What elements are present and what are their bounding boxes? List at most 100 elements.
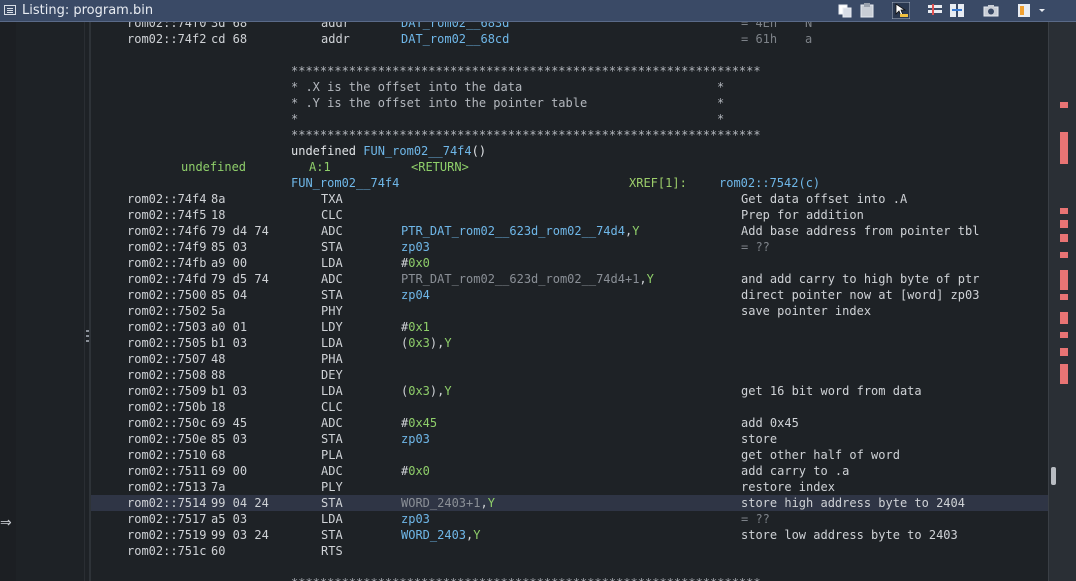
listing-row[interactable]: rom02::750b 18 CLC <box>91 399 1048 415</box>
listing-row[interactable]: rom02::7508 88 DEY <box>91 367 1048 383</box>
operand-field[interactable]: zp03 <box>401 431 430 447</box>
listing-row[interactable]: rom02::751c 60 RTS <box>91 543 1048 559</box>
overview-marker[interactable] <box>1060 294 1068 300</box>
operand-field[interactable]: WORD_2403+1,Y <box>401 495 495 511</box>
comment-block-border[interactable]: ****************************************… <box>91 63 1048 79</box>
listing-row[interactable]: rom02::74fd 79 d5 74 ADC PTR_DAT_rom02__623… <box>91 271 1048 287</box>
blank-row[interactable] <box>91 47 1048 63</box>
eol-comment: Prep for addition <box>741 208 864 222</box>
paste-icon[interactable] <box>858 2 876 19</box>
function-signature-text[interactable]: undefined FUN_rom02__74f4() <box>291 143 486 159</box>
listing-row[interactable]: rom02::7511 69 00 ADC #0x0 add carry to .a <box>91 463 1048 479</box>
scrollbar-thumb[interactable] <box>1051 467 1056 485</box>
eol-comment: Get data offset into .A <box>741 192 908 206</box>
listing-row[interactable]: rom02::750e 85 03 STA zp03 store <box>91 431 1048 447</box>
listing-row[interactable]: rom02::7500 85 04 STA zp04 direct pointer no… <box>91 287 1048 303</box>
comment-block-line[interactable]: * .Y is the offset into the pointer tabl… <box>91 95 1048 111</box>
listing-row[interactable]: rom02::7513 7a PLY restore index <box>91 479 1048 495</box>
listing-row[interactable]: rom02::7507 48 PHA <box>91 351 1048 367</box>
edit-fields-icon[interactable] <box>926 2 944 19</box>
eol-comment: get other half of word <box>741 448 900 462</box>
listing-view[interactable]: rom02::74f0 3d 68 addr DAT_rom02__683d = 4Eh… <box>91 22 1048 581</box>
operand-field[interactable]: zp03 <box>401 239 430 255</box>
operand-field[interactable]: (0x3),Y <box>401 383 452 399</box>
operand-field[interactable]: PTR_DAT_rom02__623d_rom02__74d4+1,Y <box>401 271 654 287</box>
operand-field[interactable]: (0x3),Y <box>401 335 452 351</box>
sig-params: () <box>471 144 487 158</box>
bytes-field: 79 d4 74 <box>211 224 269 238</box>
plate-comment-text: * <box>291 112 299 126</box>
comment-block-border[interactable]: ****************************************… <box>91 127 1048 143</box>
operand-field[interactable]: WORD_2403,Y <box>401 527 481 543</box>
overview-bar[interactable] <box>1048 22 1076 581</box>
display-options-icon[interactable] <box>1016 2 1034 19</box>
overview-marker[interactable] <box>1060 312 1068 324</box>
address-field: rom02::750c <box>127 416 207 430</box>
cursor-highlight-icon[interactable] <box>892 2 910 19</box>
operand-field[interactable]: zp03 <box>401 511 430 527</box>
snapshot-icon[interactable] <box>982 2 1000 19</box>
listing-row[interactable]: rom02::74f4 8a TXA Get data offset into .A <box>91 191 1048 207</box>
blank-row[interactable] <box>91 559 1048 575</box>
operand-field[interactable]: #0x0 <box>401 463 430 479</box>
diff-icon[interactable] <box>948 2 966 19</box>
listing-row[interactable]: rom02::74f0 3d 68 addr DAT_rom02__683d = 4Eh… <box>91 22 1048 31</box>
function-return-row[interactable]: undefined A:1 <RETURN> <box>91 159 1048 175</box>
operand-field[interactable]: #0x0 <box>401 255 430 271</box>
address-field: rom02::7507 <box>127 352 207 366</box>
address-field: rom02::7509 <box>127 384 207 398</box>
overview-marker[interactable] <box>1060 332 1068 338</box>
comment-block-line[interactable]: * .X is the offset into the data * <box>91 79 1048 95</box>
resize-arrow-icon[interactable]: ⇒ <box>0 515 12 531</box>
overview-marker[interactable] <box>1060 102 1068 108</box>
function-label-row[interactable]: FUN_rom02__74f4 XREF[1]: rom02::7542(c) <box>91 175 1048 191</box>
listing-row[interactable]: rom02::7502 5a PHY save pointer index <box>91 303 1048 319</box>
value-hint: = 4Eh <box>741 22 778 30</box>
overview-marker[interactable] <box>1060 234 1068 242</box>
plate-comment-end: * <box>717 112 725 126</box>
comment-block-border[interactable]: ****************************************… <box>91 575 1048 581</box>
listing-row[interactable]: rom02::7510 68 PLA get other half of word <box>91 447 1048 463</box>
overview-marker[interactable] <box>1060 252 1068 258</box>
operand-field[interactable]: #0x45 <box>401 415 437 431</box>
value-hint-char: N <box>805 22 813 30</box>
overview-marker[interactable] <box>1060 208 1068 214</box>
mnemonic-field: ADC <box>321 272 343 286</box>
copy-icon[interactable] <box>836 2 854 19</box>
overview-marker[interactable] <box>1060 364 1068 384</box>
listing-row[interactable]: rom02::7503 a0 01 LDY #0x1 <box>91 319 1048 335</box>
operand-field[interactable]: PTR_DAT_rom02__623d_rom02__74d4,Y <box>401 223 639 239</box>
menu-dropdown-icon[interactable] <box>1036 2 1048 19</box>
comment-border: ****************************************… <box>291 128 761 142</box>
bytes-field: 85 03 <box>211 240 248 254</box>
listing-row[interactable]: rom02::74fb a9 00 LDA #0x0 <box>91 255 1048 271</box>
eol-comment: store <box>741 432 778 446</box>
listing-row[interactable]: rom02::74f5 18 CLC Prep for addition <box>91 207 1048 223</box>
listing-row[interactable]: rom02::7514 99 04 24 STA WORD_2403+1,Y store… <box>91 495 1048 511</box>
function-signature[interactable]: undefined FUN_rom02__74f4() <box>91 143 1048 159</box>
listing-row[interactable]: rom02::74f9 85 03 STA zp03 = ?? <box>91 239 1048 255</box>
listing-row[interactable]: rom02::74f6 79 d4 74 ADC PTR_DAT_rom02__623… <box>91 223 1048 239</box>
bytes-field: a0 01 <box>211 320 248 334</box>
listing-row[interactable]: rom02::750c 69 45 ADC #0x45 add 0x45 <box>91 415 1048 431</box>
overview-marker[interactable] <box>1060 348 1068 356</box>
operand-field[interactable]: zp04 <box>401 287 430 303</box>
overview-marker[interactable] <box>1060 270 1068 290</box>
address-field: rom02::7503 <box>127 320 207 334</box>
overview-marker[interactable] <box>1060 132 1068 164</box>
value-hint: = ?? <box>741 512 770 526</box>
operand-field[interactable]: #0x1 <box>401 319 430 335</box>
mnemonic-field: STA <box>321 240 343 254</box>
listing-row[interactable]: rom02::7509 b1 03 LDA (0x3),Y get 16 bit wor… <box>91 383 1048 399</box>
overview-marker[interactable] <box>1060 220 1068 228</box>
bytes-field: 7a <box>211 480 226 494</box>
address-field: rom02::751c <box>127 544 207 558</box>
listing-row[interactable]: rom02::7519 99 03 24 STA WORD_2403,Y store l… <box>91 527 1048 543</box>
listing-row[interactable]: rom02::7517 a5 03 LDA zp03 = ?? <box>91 511 1048 527</box>
operand-part: zp04 <box>401 288 430 302</box>
window-title: Listing: program.bin <box>22 3 154 18</box>
listing-margin-panel <box>16 22 85 581</box>
listing-row[interactable]: rom02::7505 b1 03 LDA (0x3),Y <box>91 335 1048 351</box>
comment-block-line[interactable]: * * <box>91 111 1048 127</box>
listing-row[interactable]: rom02::74f2 cd 68 addr DAT_rom02__68cd = 61h… <box>91 31 1048 47</box>
